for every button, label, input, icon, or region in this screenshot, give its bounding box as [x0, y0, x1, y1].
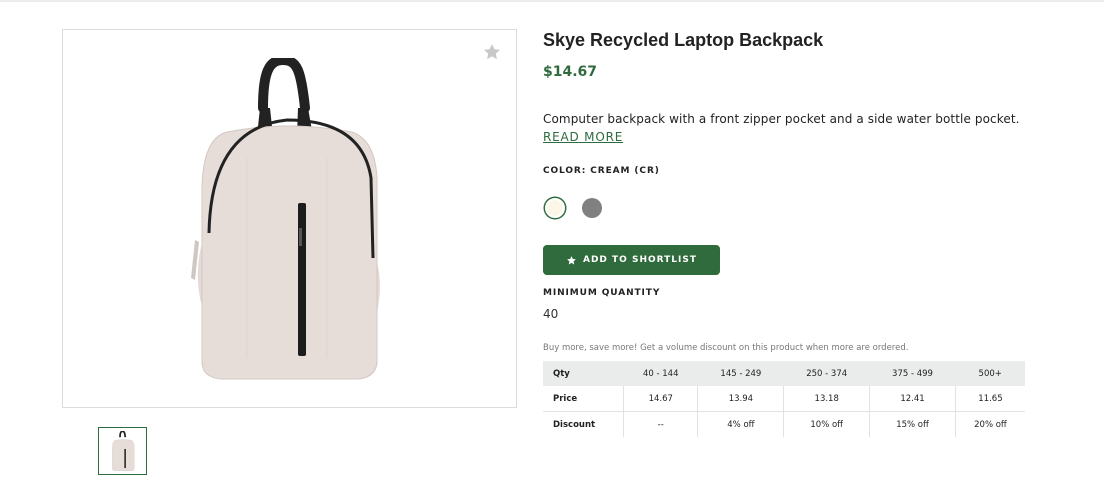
add-to-shortlist-button[interactable]: ADD TO SHORTLIST — [543, 245, 720, 275]
minimum-quantity-value: 40 — [543, 307, 559, 321]
read-more-link[interactable]: READ MORE — [543, 130, 623, 144]
volume-pricing-table: Qty 40 - 144 145 - 249 250 - 374 375 - 4… — [543, 361, 1025, 437]
add-to-shortlist-label: ADD TO SHORTLIST — [583, 255, 697, 265]
backpack-thumbnail-image — [112, 431, 135, 471]
product-title: Skye Recycled Laptop Backpack — [543, 30, 824, 50]
product-main-image[interactable] — [62, 29, 517, 408]
swatch-grey[interactable] — [582, 198, 602, 218]
table-cell: 11.65 — [955, 386, 1025, 412]
backpack-image — [187, 54, 387, 384]
table-cell: 15% off — [869, 411, 956, 437]
table-cell: Price — [543, 386, 624, 412]
table-cell: 375 - 499 — [869, 361, 956, 386]
table-cell: 13.94 — [697, 386, 785, 412]
top-divider — [0, 0, 1104, 2]
table-cell: 10% off — [783, 411, 871, 437]
table-cell: 40 - 144 — [623, 361, 698, 386]
volume-discount-note: Buy more, save more! Get a volume discou… — [543, 343, 909, 353]
table-cell: 12.41 — [869, 386, 956, 412]
product-description: Computer backpack with a front zipper po… — [543, 112, 1020, 126]
star-icon — [567, 255, 576, 264]
minimum-quantity-label: MINIMUM QUANTITY — [543, 288, 661, 298]
swatch-cream[interactable] — [545, 198, 565, 218]
favorite-star-icon[interactable] — [482, 42, 502, 62]
table-row-discount: Discount -- 4% off 10% off 15% off 20% o… — [543, 411, 1025, 437]
table-cell: Qty — [543, 361, 624, 386]
table-cell: 500+ — [955, 361, 1025, 386]
table-cell: 14.67 — [623, 386, 699, 412]
table-cell: -- — [623, 411, 699, 437]
table-cell: 4% off — [697, 411, 785, 437]
product-price: $14.67 — [543, 64, 598, 80]
table-cell: 20% off — [974, 419, 1007, 430]
product-thumbnail[interactable] — [98, 427, 147, 475]
table-cell: Discount — [543, 411, 624, 437]
table-row-price: Price 14.67 13.94 13.18 12.41 11.65 — [543, 386, 1025, 412]
color-label: COLOR: CREAM (CR) — [543, 166, 660, 176]
table-cell: 13.18 — [783, 386, 871, 412]
table-header-row: Qty 40 - 144 145 - 249 250 - 374 375 - 4… — [543, 361, 1025, 386]
table-cell: 145 - 249 — [697, 361, 784, 386]
table-cell: 250 - 374 — [783, 361, 870, 386]
